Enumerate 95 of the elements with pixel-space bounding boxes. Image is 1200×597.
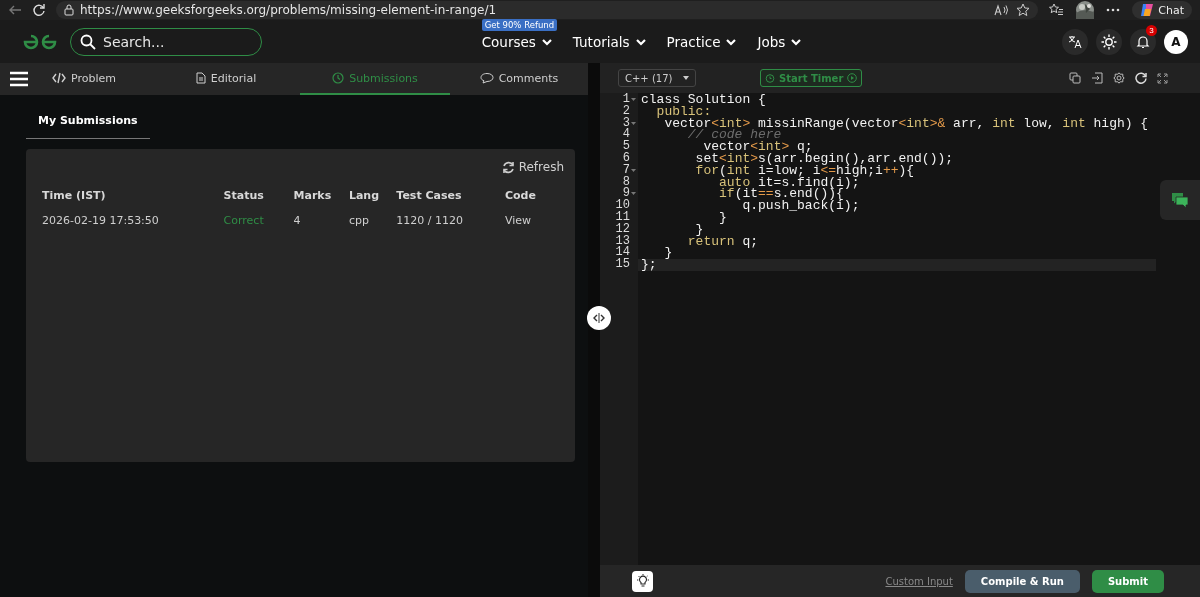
refresh-icon[interactable]: [32, 3, 46, 17]
document-icon: [195, 72, 206, 84]
line-number: 7: [622, 164, 630, 177]
site-logo-icon[interactable]: [22, 32, 58, 51]
code-line: auto it=s.find(i);: [718, 176, 860, 189]
fold-arrow-icon[interactable]: [631, 168, 636, 173]
code-icon: [52, 72, 66, 84]
table-cell: 2026-02-19 17:53:50: [42, 210, 224, 231]
code-line: }: [695, 223, 704, 236]
split-arrows-icon: [593, 313, 605, 323]
nav-menu[interactable]: Tutorials: [572, 33, 647, 50]
star-icon[interactable]: [1016, 3, 1031, 17]
line-number: 6: [622, 153, 630, 165]
panel-tab[interactable]: Comments: [450, 63, 588, 95]
settings-icon[interactable]: [1113, 72, 1125, 84]
nav-menu[interactable]: Jobs: [757, 33, 803, 50]
column-header: Time (IST): [42, 188, 224, 210]
sun-icon: [1101, 33, 1117, 50]
panel-tab[interactable]: Editorial: [152, 63, 300, 95]
submissions-tab[interactable]: My Submissions: [26, 105, 150, 139]
code-line: };: [641, 259, 657, 271]
notifications-button[interactable]: 3: [1130, 28, 1156, 55]
column-header: Code: [504, 188, 537, 204]
chat-bubbles-icon: [1171, 191, 1189, 209]
code-line: q.push_back(i);: [742, 200, 860, 212]
code-line: public:: [655, 105, 712, 118]
copy-icon[interactable]: [1069, 72, 1081, 84]
line-number: 15: [615, 259, 630, 271]
view-link[interactable]: View: [504, 214, 531, 227]
speech-bubble-icon: [479, 72, 494, 84]
language-dropdown[interactable]: C++ (17): [618, 69, 696, 87]
line-number: 5: [622, 141, 630, 153]
code-line: vector<int> q;: [703, 141, 813, 153]
column-header: Status: [223, 188, 294, 210]
code-line: // code here: [686, 129, 782, 142]
play-icon: [847, 73, 858, 83]
search-icon: [80, 33, 96, 50]
theme-toggle-button[interactable]: [1096, 28, 1122, 55]
table-cell: 1120 / 1120: [396, 210, 505, 231]
panel-tab[interactable]: Problem: [38, 63, 152, 95]
search-field[interactable]: Search...: [70, 27, 262, 56]
code-line: }: [718, 211, 727, 224]
reset-icon[interactable]: [1135, 72, 1147, 84]
bell-icon: [1136, 34, 1150, 49]
alarm-clock-icon: [765, 73, 775, 83]
translate-button[interactable]: [1062, 28, 1088, 55]
fold-arrow-icon[interactable]: [631, 121, 636, 126]
favorites-icon[interactable]: [1048, 3, 1065, 17]
more-icon[interactable]: [1106, 8, 1121, 12]
column-header: Lang: [348, 188, 397, 210]
code-line: return q;: [686, 235, 759, 248]
panel-tab[interactable]: Submissions: [300, 63, 450, 95]
fold-arrow-icon[interactable]: [631, 192, 636, 197]
fold-arrow-icon[interactable]: [631, 98, 636, 102]
hint-button[interactable]: [632, 570, 653, 592]
code-line: vector<int> missinRange(vector<int>& arr, int low, int high) {: [664, 117, 1149, 130]
line-number: 11: [615, 211, 630, 224]
clock-icon: [332, 72, 345, 84]
status-cell: Correct: [223, 210, 294, 231]
code-line: set<int>s(arr.begin(),arr.end());: [694, 153, 954, 165]
lightbulb-icon: [635, 574, 650, 588]
submit-button[interactable]: Submit: [1091, 569, 1164, 593]
notification-count: 3: [1146, 24, 1157, 36]
custom-input-link[interactable]: Custom Input: [885, 575, 953, 587]
chat-button[interactable]: Chat: [1132, 1, 1192, 19]
fullscreen-icon[interactable]: [1157, 72, 1168, 84]
column-header: Test Cases: [396, 188, 505, 210]
refresh-button[interactable]: Refresh: [501, 160, 564, 174]
start-timer-button[interactable]: Start Timer: [760, 69, 863, 87]
refresh-icon: [501, 160, 515, 174]
assistant-logo-icon: [1140, 3, 1155, 17]
import-icon[interactable]: [1091, 72, 1103, 84]
back-arrow-icon[interactable]: [8, 4, 22, 16]
line-number: 12: [615, 223, 630, 236]
nav-menu[interactable]: Practice: [666, 33, 738, 50]
compile-run-button[interactable]: Compile & Run: [964, 569, 1080, 593]
column-header: Marks: [293, 188, 333, 204]
code-line: }: [663, 247, 673, 260]
dropdown-caret-icon: [683, 76, 689, 80]
chat-float-button[interactable]: [1160, 180, 1200, 220]
line-number: 2: [622, 105, 630, 118]
line-number: 10: [615, 200, 630, 212]
table-cell: 4: [293, 210, 349, 231]
nav-menu[interactable]: Courses: [481, 33, 553, 50]
read-aloud-icon[interactable]: [994, 4, 1011, 16]
translate-icon: [1068, 34, 1082, 49]
lock-icon: [64, 4, 74, 16]
table-cell-text: cpp: [348, 213, 370, 229]
code-line: class Solution {: [641, 94, 766, 106]
line-number: 1: [622, 94, 630, 106]
menu-icon[interactable]: [9, 71, 29, 87]
address-bar[interactable]: https://www.geeksforgeeks.org/problems/missing-element-in-range/1: [56, 1, 1039, 19]
user-avatar[interactable]: A: [1164, 29, 1188, 54]
code-line: if(it==s.end()){: [718, 188, 844, 201]
code-line: for(int i=low; i<=high;i++){: [694, 164, 915, 177]
